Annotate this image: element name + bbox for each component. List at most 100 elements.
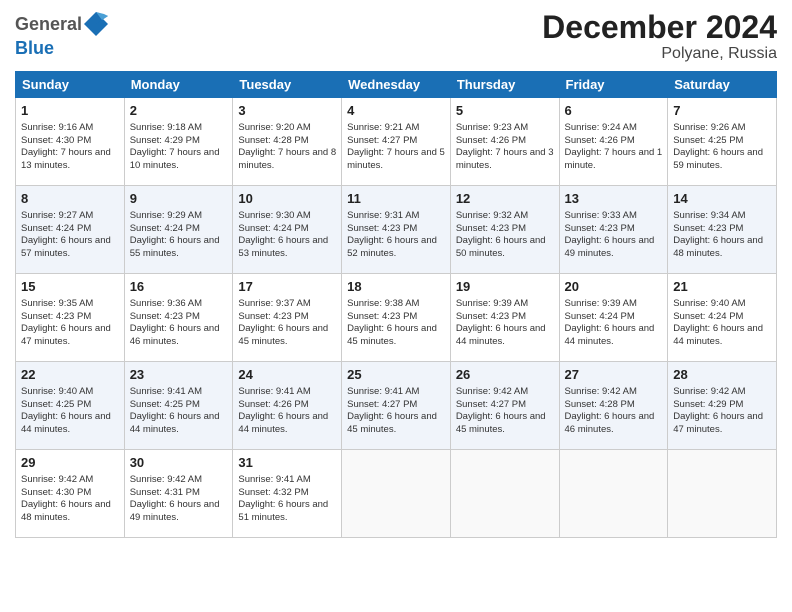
title-month: December 2024 <box>542 10 777 45</box>
cell-content: 19Sunrise: 9:39 AMSunset: 4:23 PMDayligh… <box>456 278 554 349</box>
day-number: 31 <box>238 454 336 472</box>
day-number: 12 <box>456 190 554 208</box>
page-container: General Blue December 2024 Polyane, Russ… <box>0 0 792 612</box>
logo: General Blue <box>15 10 110 59</box>
table-cell: 20Sunrise: 9:39 AMSunset: 4:24 PMDayligh… <box>559 274 668 362</box>
table-cell: 18Sunrise: 9:38 AMSunset: 4:23 PMDayligh… <box>342 274 451 362</box>
calendar-week-row: 8Sunrise: 9:27 AMSunset: 4:24 PMDaylight… <box>16 186 777 274</box>
day-number: 19 <box>456 278 554 296</box>
day-number: 3 <box>238 102 336 120</box>
table-cell <box>450 450 559 538</box>
cell-content: 1Sunrise: 9:16 AMSunset: 4:30 PMDaylight… <box>21 102 119 173</box>
calendar-week-row: 15Sunrise: 9:35 AMSunset: 4:23 PMDayligh… <box>16 274 777 362</box>
day-number: 22 <box>21 366 119 384</box>
table-cell: 19Sunrise: 9:39 AMSunset: 4:23 PMDayligh… <box>450 274 559 362</box>
day-number: 15 <box>21 278 119 296</box>
cell-content: 22Sunrise: 9:40 AMSunset: 4:25 PMDayligh… <box>21 366 119 437</box>
cell-content: 26Sunrise: 9:42 AMSunset: 4:27 PMDayligh… <box>456 366 554 437</box>
table-cell: 4Sunrise: 9:21 AMSunset: 4:27 PMDaylight… <box>342 98 451 186</box>
day-number: 24 <box>238 366 336 384</box>
cell-content: 31Sunrise: 9:41 AMSunset: 4:32 PMDayligh… <box>238 454 336 525</box>
calendar-week-row: 22Sunrise: 9:40 AMSunset: 4:25 PMDayligh… <box>16 362 777 450</box>
cell-content: 8Sunrise: 9:27 AMSunset: 4:24 PMDaylight… <box>21 190 119 261</box>
day-number: 7 <box>673 102 771 120</box>
day-number: 5 <box>456 102 554 120</box>
table-cell <box>559 450 668 538</box>
col-wednesday: Wednesday <box>342 72 451 98</box>
day-number: 9 <box>130 190 228 208</box>
day-number: 10 <box>238 190 336 208</box>
table-cell: 15Sunrise: 9:35 AMSunset: 4:23 PMDayligh… <box>16 274 125 362</box>
day-number: 26 <box>456 366 554 384</box>
day-number: 27 <box>565 366 663 384</box>
cell-content: 12Sunrise: 9:32 AMSunset: 4:23 PMDayligh… <box>456 190 554 261</box>
header: General Blue December 2024 Polyane, Russ… <box>15 10 777 63</box>
cell-content: 3Sunrise: 9:20 AMSunset: 4:28 PMDaylight… <box>238 102 336 173</box>
cell-content: 14Sunrise: 9:34 AMSunset: 4:23 PMDayligh… <box>673 190 771 261</box>
cell-content: 30Sunrise: 9:42 AMSunset: 4:31 PMDayligh… <box>130 454 228 525</box>
table-cell: 10Sunrise: 9:30 AMSunset: 4:24 PMDayligh… <box>233 186 342 274</box>
table-cell: 24Sunrise: 9:41 AMSunset: 4:26 PMDayligh… <box>233 362 342 450</box>
col-friday: Friday <box>559 72 668 98</box>
title-location: Polyane, Russia <box>542 45 777 63</box>
cell-content: 27Sunrise: 9:42 AMSunset: 4:28 PMDayligh… <box>565 366 663 437</box>
table-cell: 30Sunrise: 9:42 AMSunset: 4:31 PMDayligh… <box>124 450 233 538</box>
day-number: 14 <box>673 190 771 208</box>
cell-content: 13Sunrise: 9:33 AMSunset: 4:23 PMDayligh… <box>565 190 663 261</box>
logo-icon <box>82 10 110 38</box>
day-number: 29 <box>21 454 119 472</box>
cell-content: 7Sunrise: 9:26 AMSunset: 4:25 PMDaylight… <box>673 102 771 173</box>
cell-content: 5Sunrise: 9:23 AMSunset: 4:26 PMDaylight… <box>456 102 554 173</box>
calendar-header-row: Sunday Monday Tuesday Wednesday Thursday… <box>16 72 777 98</box>
cell-content: 23Sunrise: 9:41 AMSunset: 4:25 PMDayligh… <box>130 366 228 437</box>
table-cell: 5Sunrise: 9:23 AMSunset: 4:26 PMDaylight… <box>450 98 559 186</box>
day-number: 6 <box>565 102 663 120</box>
day-number: 25 <box>347 366 445 384</box>
calendar-table: Sunday Monday Tuesday Wednesday Thursday… <box>15 71 777 538</box>
cell-content: 18Sunrise: 9:38 AMSunset: 4:23 PMDayligh… <box>347 278 445 349</box>
table-cell <box>668 450 777 538</box>
day-number: 30 <box>130 454 228 472</box>
cell-content: 2Sunrise: 9:18 AMSunset: 4:29 PMDaylight… <box>130 102 228 173</box>
cell-content: 20Sunrise: 9:39 AMSunset: 4:24 PMDayligh… <box>565 278 663 349</box>
col-monday: Monday <box>124 72 233 98</box>
table-cell: 14Sunrise: 9:34 AMSunset: 4:23 PMDayligh… <box>668 186 777 274</box>
day-number: 21 <box>673 278 771 296</box>
day-number: 28 <box>673 366 771 384</box>
table-cell: 28Sunrise: 9:42 AMSunset: 4:29 PMDayligh… <box>668 362 777 450</box>
table-cell: 27Sunrise: 9:42 AMSunset: 4:28 PMDayligh… <box>559 362 668 450</box>
cell-content: 24Sunrise: 9:41 AMSunset: 4:26 PMDayligh… <box>238 366 336 437</box>
table-cell: 21Sunrise: 9:40 AMSunset: 4:24 PMDayligh… <box>668 274 777 362</box>
day-number: 8 <box>21 190 119 208</box>
cell-content: 28Sunrise: 9:42 AMSunset: 4:29 PMDayligh… <box>673 366 771 437</box>
table-cell: 7Sunrise: 9:26 AMSunset: 4:25 PMDaylight… <box>668 98 777 186</box>
cell-content: 16Sunrise: 9:36 AMSunset: 4:23 PMDayligh… <box>130 278 228 349</box>
col-tuesday: Tuesday <box>233 72 342 98</box>
day-number: 4 <box>347 102 445 120</box>
table-cell: 31Sunrise: 9:41 AMSunset: 4:32 PMDayligh… <box>233 450 342 538</box>
col-thursday: Thursday <box>450 72 559 98</box>
cell-content: 6Sunrise: 9:24 AMSunset: 4:26 PMDaylight… <box>565 102 663 173</box>
table-cell: 26Sunrise: 9:42 AMSunset: 4:27 PMDayligh… <box>450 362 559 450</box>
table-cell: 3Sunrise: 9:20 AMSunset: 4:28 PMDaylight… <box>233 98 342 186</box>
table-cell: 8Sunrise: 9:27 AMSunset: 4:24 PMDaylight… <box>16 186 125 274</box>
logo-text-block: General Blue <box>15 10 110 59</box>
col-sunday: Sunday <box>16 72 125 98</box>
table-cell: 9Sunrise: 9:29 AMSunset: 4:24 PMDaylight… <box>124 186 233 274</box>
cell-content: 15Sunrise: 9:35 AMSunset: 4:23 PMDayligh… <box>21 278 119 349</box>
day-number: 11 <box>347 190 445 208</box>
table-cell <box>342 450 451 538</box>
title-block: December 2024 Polyane, Russia <box>542 10 777 63</box>
cell-content: 17Sunrise: 9:37 AMSunset: 4:23 PMDayligh… <box>238 278 336 349</box>
table-cell: 12Sunrise: 9:32 AMSunset: 4:23 PMDayligh… <box>450 186 559 274</box>
day-number: 1 <box>21 102 119 120</box>
day-number: 20 <box>565 278 663 296</box>
day-number: 23 <box>130 366 228 384</box>
logo-blue: Blue <box>15 38 54 58</box>
day-number: 13 <box>565 190 663 208</box>
cell-content: 21Sunrise: 9:40 AMSunset: 4:24 PMDayligh… <box>673 278 771 349</box>
cell-content: 11Sunrise: 9:31 AMSunset: 4:23 PMDayligh… <box>347 190 445 261</box>
cell-content: 25Sunrise: 9:41 AMSunset: 4:27 PMDayligh… <box>347 366 445 437</box>
table-cell: 23Sunrise: 9:41 AMSunset: 4:25 PMDayligh… <box>124 362 233 450</box>
day-number: 16 <box>130 278 228 296</box>
